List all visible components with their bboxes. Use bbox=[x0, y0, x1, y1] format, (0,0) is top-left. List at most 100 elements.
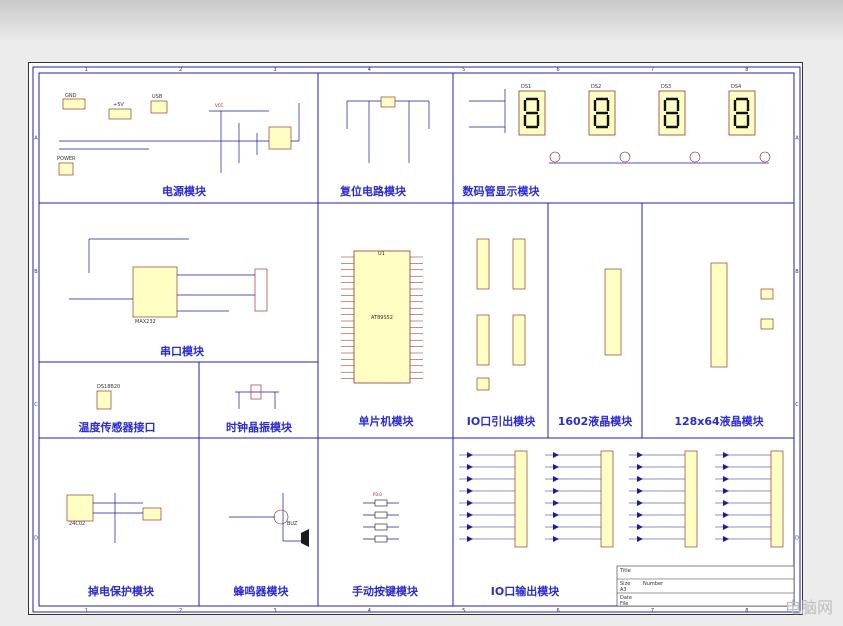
power-wiring bbox=[59, 103, 300, 173]
led-icon bbox=[467, 536, 473, 542]
led-icon bbox=[467, 452, 473, 458]
io-header-small bbox=[476, 377, 490, 391]
title-block: Title Size Number A3 Date File bbox=[616, 565, 795, 607]
inner-frame bbox=[38, 72, 795, 607]
label-mcu-chip: AT89S52 bbox=[371, 315, 393, 321]
buzzer-transistor bbox=[273, 509, 289, 525]
grid-col-label: 2 bbox=[179, 67, 182, 73]
reset-wiring bbox=[346, 100, 430, 163]
tb-title: Title bbox=[619, 568, 631, 574]
transistor-icon bbox=[689, 151, 701, 163]
led-icon bbox=[553, 476, 559, 482]
title-temp: 温度传感器接口 bbox=[79, 420, 156, 434]
grid-col-label: 2 bbox=[179, 608, 182, 614]
title-reset: 复位电路模块 bbox=[339, 184, 407, 198]
grid-row-label: D bbox=[34, 535, 38, 541]
key-switch-icon bbox=[374, 499, 388, 507]
led-icon bbox=[553, 512, 559, 518]
title-mcu: 单片机模块 bbox=[359, 414, 415, 428]
led-icon bbox=[637, 476, 643, 482]
title-eeprom: 掉电保护模块 bbox=[88, 584, 155, 598]
lcd-gnd-header bbox=[760, 318, 774, 330]
lcd1602-connector bbox=[604, 268, 622, 356]
led-icon bbox=[467, 500, 473, 506]
tb-number: Number bbox=[643, 581, 664, 587]
io-headers bbox=[476, 238, 526, 391]
label-eeprom: 24C02 bbox=[69, 521, 85, 527]
buzzer-icon bbox=[301, 529, 309, 547]
transistor-icon bbox=[759, 151, 771, 163]
key-switch-icon bbox=[374, 523, 388, 531]
lcd-power-header bbox=[760, 288, 774, 300]
led-icon bbox=[723, 464, 729, 470]
transistor-icon bbox=[619, 151, 631, 163]
module-dividers bbox=[39, 73, 794, 606]
watermark: 电脑网 bbox=[784, 598, 833, 617]
grid-col-label: 4 bbox=[368, 608, 371, 614]
viewer-toolbar bbox=[0, 0, 843, 40]
led-header bbox=[684, 450, 698, 548]
led-header bbox=[514, 450, 528, 548]
grid-col-label: 4 bbox=[368, 67, 371, 73]
led-icon bbox=[467, 524, 473, 530]
led-icon bbox=[553, 452, 559, 458]
buzzer-wiring bbox=[229, 493, 301, 542]
transistor-icon bbox=[549, 151, 561, 163]
label-power: POWER bbox=[57, 156, 76, 162]
led-icon bbox=[637, 452, 643, 458]
led-icon bbox=[637, 500, 643, 506]
schematic-sheet: 1 1 2 2 3 3 4 4 5 5 6 6 7 7 8 8 A A B B C C D D 电源模块 复位电路模块 数码管… bbox=[28, 62, 803, 615]
led-icon bbox=[723, 452, 729, 458]
grid-col-label: 5 bbox=[462, 67, 465, 73]
led-icon bbox=[723, 512, 729, 518]
key-switches bbox=[363, 499, 399, 543]
reset-ic bbox=[380, 96, 396, 108]
grid-row-label: D bbox=[795, 535, 799, 541]
title-buzzer: 蜂鸣器模块 bbox=[234, 584, 290, 598]
led-icon bbox=[553, 464, 559, 470]
title-lcd12864: 128x64液晶模块 bbox=[674, 414, 764, 428]
seven-segment-displays: DS1 DS2 DS3 DS4 bbox=[518, 84, 771, 163]
title-io-out: IO口引出模块 bbox=[467, 414, 536, 428]
led-icon bbox=[553, 488, 559, 494]
label-max232: MAX232 bbox=[135, 319, 156, 325]
label-gnd: GND bbox=[65, 93, 77, 99]
led-icon bbox=[637, 464, 643, 470]
label-power-vcc: VCC bbox=[215, 103, 224, 108]
title-keys: 手动按键模块 bbox=[352, 584, 419, 598]
led-icon bbox=[637, 488, 643, 494]
grid-row-label: B bbox=[34, 269, 38, 275]
eeprom-chip bbox=[66, 494, 94, 522]
grid-col-label: 8 bbox=[745, 67, 748, 73]
grid-col-label: 3 bbox=[273, 67, 276, 73]
label-key: P3.0 bbox=[373, 492, 382, 497]
led-icon bbox=[723, 536, 729, 542]
io-led-array bbox=[459, 450, 784, 548]
label-mcu: U1 bbox=[378, 251, 385, 257]
lcd12864-connector bbox=[710, 262, 728, 368]
title-uart: 串口模块 bbox=[160, 344, 205, 358]
grid-col-label: 3 bbox=[273, 608, 276, 614]
led-header bbox=[600, 450, 614, 548]
led-icon bbox=[467, 488, 473, 494]
led-icon bbox=[723, 488, 729, 494]
led-icon bbox=[637, 512, 643, 518]
led-icon bbox=[723, 524, 729, 530]
title-clock: 时钟晶振模块 bbox=[226, 420, 293, 434]
gnd-header bbox=[62, 98, 86, 110]
display-label: DS1 bbox=[521, 84, 531, 90]
led-icon bbox=[553, 524, 559, 530]
led-icon bbox=[723, 500, 729, 506]
led-icon bbox=[467, 464, 473, 470]
display-label: DS3 bbox=[661, 84, 671, 90]
tb-size-value: A3 bbox=[620, 587, 627, 593]
io-header bbox=[476, 314, 490, 366]
led-icon bbox=[553, 536, 559, 542]
led-icon bbox=[723, 476, 729, 482]
title-lcd1602: 1602液晶模块 bbox=[558, 414, 634, 428]
grid-row-label: A bbox=[34, 136, 38, 142]
title-power: 电源模块 bbox=[162, 184, 207, 198]
display-wiring bbox=[469, 89, 769, 164]
key-switch-icon bbox=[374, 535, 388, 543]
label-buzzer: BUZ bbox=[287, 521, 298, 527]
